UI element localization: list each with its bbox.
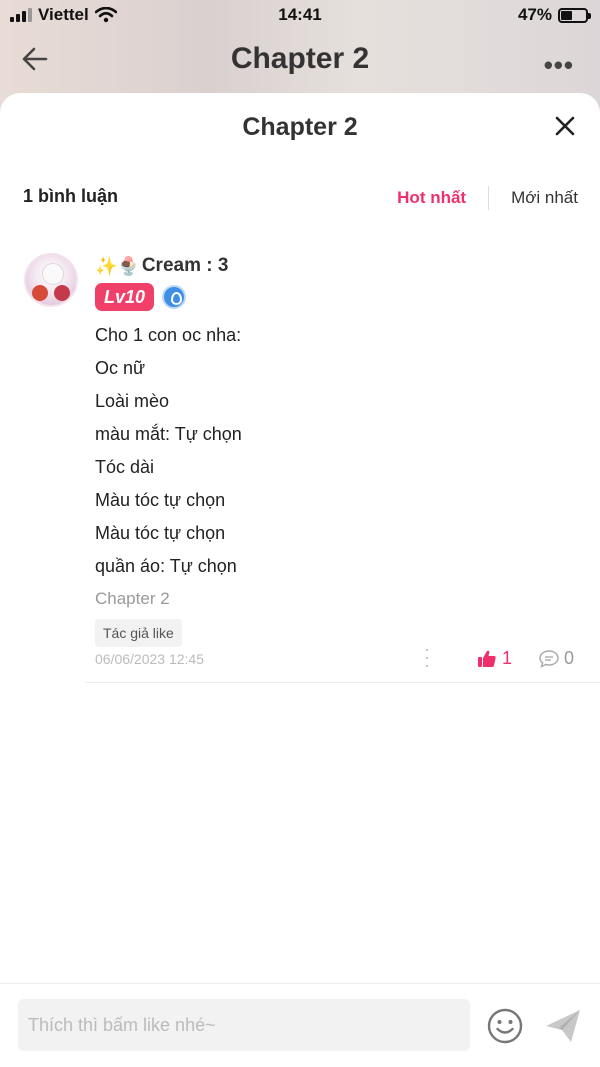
comment-date: 06/06/2023 12:45 bbox=[95, 651, 204, 667]
comment-input[interactable] bbox=[18, 999, 470, 1051]
status-bar: Viettel 14:41 47% bbox=[0, 0, 600, 30]
reply-count: 0 bbox=[564, 648, 575, 668]
comment-line: Cho 1 con oc nha: bbox=[95, 325, 242, 345]
emoji-icon[interactable] bbox=[487, 1008, 523, 1044]
comment-count: 1 bình luận bbox=[23, 186, 119, 206]
comment-line: Oc nữ bbox=[95, 358, 146, 378]
username-text: Cream : 3 bbox=[141, 255, 229, 276]
reply-button[interactable]: 0 bbox=[538, 648, 574, 669]
comment-body: Cho 1 con oc nha: Oc nữ Loài mèo màu mắt… bbox=[95, 319, 580, 583]
comment-bubble-icon bbox=[539, 649, 559, 668]
app-title: Chapter 2 bbox=[230, 42, 370, 75]
avatar-figure bbox=[42, 263, 64, 285]
comments-sheet: Chapter 2 1 bình luận Hot nhất Mới nhất … bbox=[0, 93, 600, 1067]
like-button[interactable]: 1 bbox=[477, 648, 512, 669]
comment-divider bbox=[85, 682, 600, 683]
chapter-reference[interactable]: Chapter 2 bbox=[95, 583, 580, 613]
comment-line: quần áo: Tự chọn bbox=[95, 556, 237, 576]
more-options-icon[interactable]: ••• bbox=[544, 50, 574, 81]
thumbs-up-icon bbox=[478, 650, 496, 667]
comment-line: Màu tóc tự chọn bbox=[95, 523, 226, 543]
status-time: 14:41 bbox=[278, 5, 322, 24]
water-drop-badge-icon bbox=[162, 285, 187, 309]
comment-line: màu mắt: Tự chọn bbox=[95, 424, 242, 444]
level-badge: Lv10 bbox=[95, 283, 155, 311]
app-header: Chapter 2 ••• bbox=[0, 36, 600, 86]
sort-hot-tab[interactable]: Hot nhất bbox=[397, 188, 466, 208]
username-emoji: ✨🍨 bbox=[95, 255, 140, 276]
battery-percent: 47% bbox=[517, 5, 552, 24]
like-count: 1 bbox=[502, 648, 513, 668]
avatar[interactable] bbox=[24, 253, 78, 307]
comment-item: ✨🍨 Cream : 3 Lv10 Cho 1 con oc nha: Oc n… bbox=[95, 253, 580, 647]
comment-input-bar bbox=[0, 983, 600, 1067]
comment-meta: 06/06/2023 12:45 · · · 1 0 bbox=[95, 640, 580, 674]
sort-new-tab[interactable]: Mới nhất bbox=[511, 188, 578, 208]
status-right: 47% bbox=[517, 5, 591, 25]
comment-line: Màu tóc tự chọn bbox=[95, 490, 226, 510]
avatar-figure-right bbox=[54, 285, 70, 301]
avatar-figure-left bbox=[32, 285, 48, 301]
comment-more-icon[interactable]: · · · bbox=[424, 640, 430, 674]
comment-line: Tóc dài bbox=[95, 457, 155, 477]
sheet-title: Chapter 2 bbox=[242, 113, 358, 141]
sort-divider bbox=[488, 186, 490, 210]
comment-line: Loài mèo bbox=[95, 391, 170, 411]
battery-icon bbox=[558, 7, 591, 23]
sort-options: Hot nhất Mới nhất bbox=[397, 186, 578, 210]
send-icon[interactable] bbox=[543, 1006, 583, 1046]
comment-username[interactable]: ✨🍨 Cream : 3 bbox=[95, 253, 580, 279]
user-badges: Lv10 bbox=[95, 283, 580, 311]
close-icon[interactable] bbox=[554, 115, 576, 137]
